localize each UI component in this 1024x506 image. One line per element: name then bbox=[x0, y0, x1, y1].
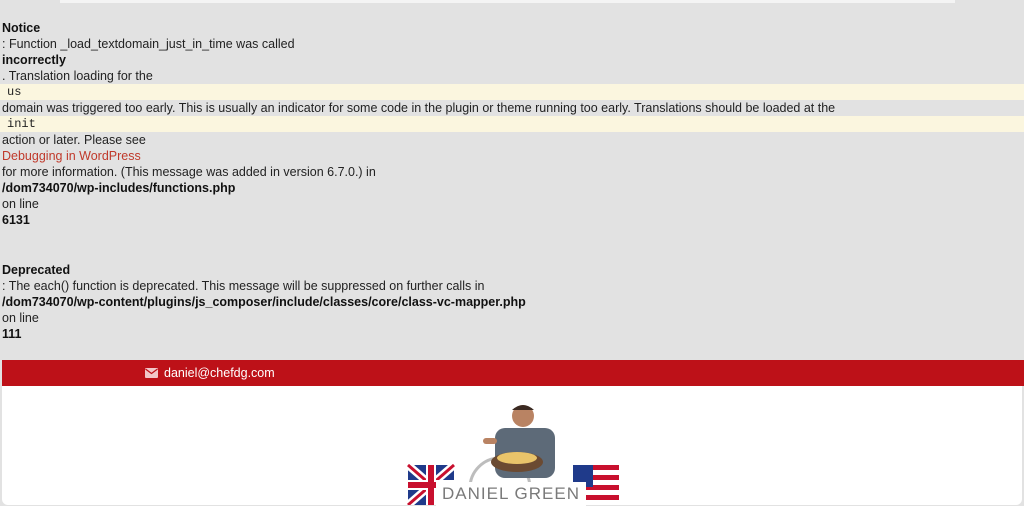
code-hook: init bbox=[0, 116, 1024, 132]
contact-email-link[interactable]: daniel@chefdg.com bbox=[164, 366, 275, 380]
notice-file-path: /dom734070/wp-includes/functions.php bbox=[2, 181, 236, 195]
notice-text-3: domain was triggered too early. This is … bbox=[2, 101, 836, 115]
notice-text-2: . Translation loading for the bbox=[2, 69, 153, 83]
notice-emphasis: incorrectly bbox=[2, 53, 66, 67]
debugging-link[interactable]: Debugging in WordPress bbox=[2, 148, 141, 164]
code-hook-text: init bbox=[7, 117, 36, 131]
top-divider bbox=[60, 0, 955, 3]
deprecated-file-path: /dom734070/wp-content/plugins/js_compose… bbox=[2, 295, 526, 309]
notice-label: Notice bbox=[2, 21, 41, 35]
deprecated-label: Deprecated bbox=[2, 263, 71, 277]
logo-text: DANIEL GREEN bbox=[436, 482, 586, 506]
notice-line-number: 6131 bbox=[2, 213, 30, 227]
chef-figure bbox=[483, 405, 555, 478]
top-contact-bar: daniel@chefdg.com bbox=[2, 360, 1024, 386]
notice-text-4: action or later. Please see bbox=[2, 133, 146, 147]
deprecated-on-line: on line bbox=[2, 311, 39, 325]
notice-text-1: : Function _load_textdomain_just_in_time… bbox=[2, 37, 295, 51]
code-domain-text: us bbox=[7, 85, 22, 99]
notice-on-line: on line bbox=[2, 197, 39, 211]
envelope-icon bbox=[145, 368, 158, 378]
deprecated-text: : The each() function is deprecated. Thi… bbox=[2, 279, 485, 293]
notice-text-5: for more information. (This message was … bbox=[2, 165, 376, 179]
code-domain: us bbox=[0, 84, 1024, 100]
deprecated-line-number: 111 bbox=[2, 327, 22, 341]
